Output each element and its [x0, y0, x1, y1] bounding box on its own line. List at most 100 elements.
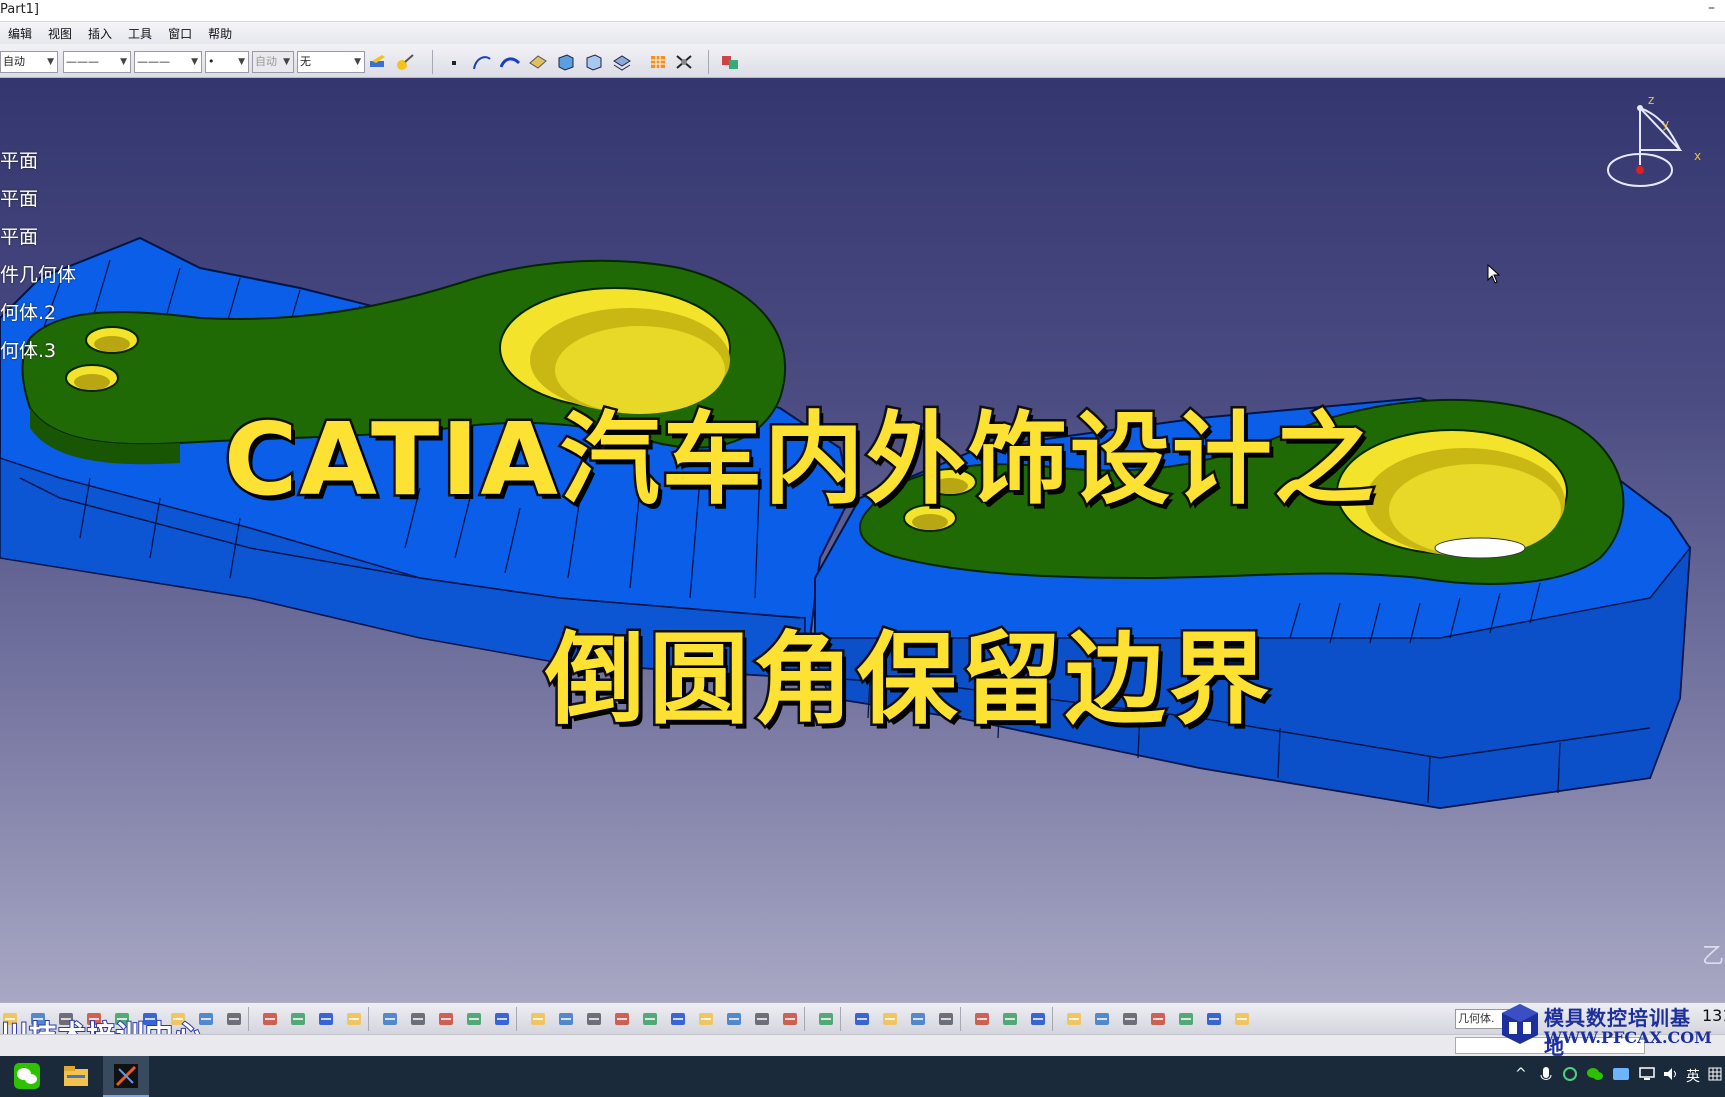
- rotate-icon[interactable]: [528, 1010, 548, 1028]
- satellite-icon[interactable]: [674, 53, 694, 71]
- keyboard-icon[interactable]: [1708, 1066, 1722, 1082]
- filter-icon[interactable]: [1176, 1010, 1196, 1028]
- wechat-icon[interactable]: [12, 1061, 42, 1091]
- toolbar-separator: [840, 1007, 841, 1031]
- tree-item-plane-2[interactable]: 平面: [0, 184, 38, 211]
- circle-icon[interactable]: [1562, 1066, 1578, 1082]
- mouse-cursor-icon: [1487, 264, 1501, 284]
- comment-icon[interactable]: [288, 1010, 308, 1028]
- table-icon[interactable]: [316, 1010, 336, 1028]
- measure-icon[interactable]: [380, 1010, 400, 1028]
- multi-solid-icon[interactable]: [612, 53, 632, 71]
- refresh-icon[interactable]: [780, 1010, 800, 1028]
- point-combo[interactable]: • ▼: [205, 51, 249, 73]
- tree-item-body-2[interactable]: 何体.2: [0, 298, 56, 325]
- pan-icon[interactable]: [492, 1010, 512, 1028]
- none-combo[interactable]: 无 ▼: [297, 51, 365, 73]
- window-title: Part1]: [0, 2, 40, 17]
- chevron-down-icon: ▼: [120, 57, 127, 67]
- formula-icon[interactable]: [260, 1010, 280, 1028]
- swap-icon[interactable]: [752, 1010, 772, 1028]
- solid-icon[interactable]: [556, 53, 576, 71]
- color-combo-value: 自动: [3, 55, 25, 68]
- scale-icon[interactable]: [1120, 1010, 1140, 1028]
- chevron-down-icon: ▼: [47, 57, 54, 67]
- light-icon[interactable]: [880, 1010, 900, 1028]
- 3d-icon[interactable]: [972, 1010, 992, 1028]
- lasso-icon[interactable]: [1028, 1010, 1048, 1028]
- render-icon[interactable]: [720, 53, 740, 71]
- minimize-button[interactable]: –: [1708, 0, 1715, 16]
- shading-icon[interactable]: [696, 1010, 716, 1028]
- zoom-out-icon[interactable]: [584, 1010, 604, 1028]
- catia-icon[interactable]: [111, 1061, 141, 1091]
- zoom-in-icon[interactable]: [556, 1010, 576, 1028]
- brush-icon[interactable]: [396, 53, 416, 71]
- mic-icon[interactable]: [1540, 1066, 1552, 1084]
- eraser-icon[interactable]: [528, 53, 548, 71]
- compass-x-label: x: [1694, 149, 1701, 163]
- layer-icon[interactable]: [1000, 1010, 1020, 1028]
- tree-icon[interactable]: [344, 1010, 364, 1028]
- toolbar-separator: [1052, 1007, 1053, 1031]
- compass-widget[interactable]: z y x: [1600, 90, 1710, 210]
- distance-icon[interactable]: [816, 1010, 836, 1028]
- brand-cube-icon: [1502, 1004, 1538, 1044]
- iso-view-icon[interactable]: [668, 1010, 688, 1028]
- analysis-icon[interactable]: [408, 1010, 428, 1028]
- volume-icon[interactable]: [1662, 1066, 1680, 1082]
- linetype-combo[interactable]: ——— ▼: [63, 51, 131, 73]
- pad-icon[interactable]: [584, 53, 604, 71]
- brand-url: WWW.PFCAX.COM: [1544, 1028, 1712, 1047]
- chevron-down-icon: ▼: [191, 57, 198, 67]
- chevron-up-icon[interactable]: ^: [1515, 1066, 1527, 1082]
- chevron-down-icon: ▼: [238, 57, 245, 67]
- toolbar-separator: [368, 1007, 369, 1031]
- tree-item-body-3[interactable]: 何体.3: [0, 336, 56, 363]
- plane-icon[interactable]: [1232, 1010, 1252, 1028]
- fly-icon[interactable]: [436, 1010, 456, 1028]
- arc-icon[interactable]: [472, 53, 492, 71]
- axis-icon[interactable]: [1092, 1010, 1112, 1028]
- cloud-icon[interactable]: [1612, 1066, 1630, 1082]
- file-explorer-icon[interactable]: [61, 1061, 91, 1091]
- tree-item-plane-3[interactable]: 平面: [0, 222, 38, 249]
- hand-icon[interactable]: [1064, 1010, 1084, 1028]
- views-icon[interactable]: [640, 1010, 660, 1028]
- wechat-tray-icon[interactable]: [1586, 1066, 1604, 1082]
- ime-indicator[interactable]: 英: [1686, 1066, 1700, 1086]
- sketch-icon[interactable]: [936, 1010, 956, 1028]
- painter-icon[interactable]: [368, 53, 388, 71]
- tree-item-part-body[interactable]: 件几何体: [0, 260, 76, 287]
- 3d-viewport[interactable]: 平面 平面 平面 件几何体 何体.2 何体.3 z y x 乙 CATIA汽车内…: [0, 78, 1725, 1002]
- fit-all-icon[interactable]: [464, 1010, 484, 1028]
- menu-help[interactable]: 帮助: [208, 25, 232, 42]
- toolbar-separator: [516, 1007, 517, 1031]
- status-bar: [0, 1034, 1725, 1056]
- toolbar-separator: [248, 1007, 249, 1031]
- menu-insert[interactable]: 插入: [88, 25, 112, 42]
- grid-icon[interactable]: [648, 53, 668, 71]
- layer-combo[interactable]: 自动 ▼: [252, 51, 294, 73]
- hide-show-icon[interactable]: [724, 1010, 744, 1028]
- tree-item-plane-1[interactable]: 平面: [0, 146, 38, 173]
- catalog-icon[interactable]: [852, 1010, 872, 1028]
- title-bar: Part1] –: [0, 0, 1725, 22]
- side-number: 131: [1702, 1006, 1725, 1025]
- edit-icon[interactable]: [908, 1010, 928, 1028]
- list-icon[interactable]: [1204, 1010, 1224, 1028]
- menu-tools[interactable]: 工具: [128, 25, 152, 42]
- section-icon[interactable]: [1148, 1010, 1168, 1028]
- color-combo[interactable]: 自动 ▼: [0, 51, 58, 73]
- network-icon[interactable]: [1638, 1066, 1656, 1082]
- chevron-down-icon: ▼: [283, 57, 290, 67]
- surface-icon[interactable]: [500, 53, 520, 71]
- menu-window[interactable]: 窗口: [168, 25, 192, 42]
- point-icon[interactable]: [444, 53, 464, 71]
- chevron-down-icon: ▼: [354, 57, 361, 67]
- menu-view[interactable]: 视图: [48, 25, 72, 42]
- lineweight-combo[interactable]: ——— ▼: [134, 51, 202, 73]
- menu-edit[interactable]: 编辑: [8, 25, 32, 42]
- whats-this-icon[interactable]: [224, 1010, 244, 1028]
- normal-view-icon[interactable]: [612, 1010, 632, 1028]
